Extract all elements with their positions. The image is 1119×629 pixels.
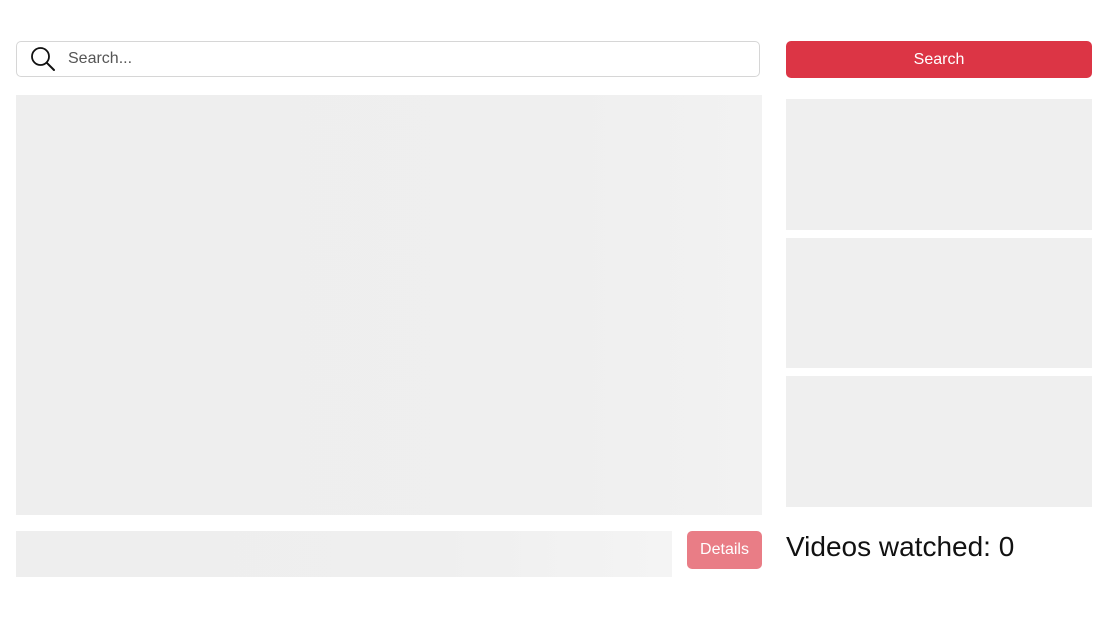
search-button[interactable]: Search (786, 41, 1092, 78)
video-info-bar (16, 531, 672, 577)
related-video-thumbnail[interactable] (786, 99, 1092, 230)
videos-watched-count: 0 (998, 531, 1015, 562)
details-button[interactable]: Details (687, 531, 762, 569)
video-player[interactable] (16, 95, 762, 515)
related-video-thumbnail[interactable] (786, 376, 1092, 507)
search-icon (29, 45, 57, 73)
search-input[interactable] (66, 43, 759, 75)
videos-watched-counter: Videos watched: 0 (786, 530, 1014, 564)
related-video-thumbnail[interactable] (786, 238, 1092, 368)
search-bar[interactable] (16, 41, 760, 77)
videos-watched-label: Videos watched: (786, 531, 991, 562)
app-page: Search Details Videos watched: 0 (0, 0, 1119, 629)
